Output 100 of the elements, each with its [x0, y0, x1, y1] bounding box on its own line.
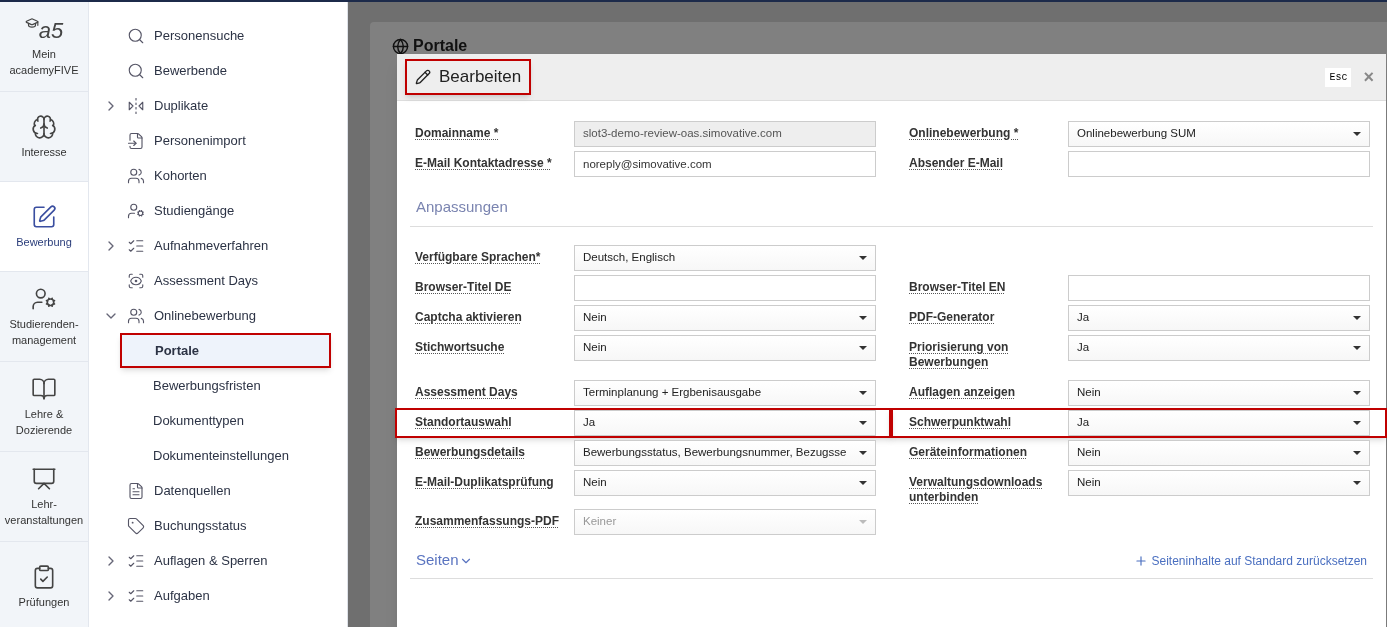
eye-scan-icon [127, 271, 145, 290]
caret-icon [1353, 316, 1361, 320]
select-dropdown[interactable]: Terminplanung + Ergbenisausgabe [574, 380, 876, 406]
caret-icon [1353, 132, 1361, 136]
select-dropdown[interactable]: Ja [574, 410, 876, 436]
pages-section-toggle[interactable]: Seiten [416, 549, 473, 572]
nav-label: Personensuche [154, 26, 245, 45]
rail-label: Lehr-veranstaltungen [3, 496, 85, 528]
pencil-icon [415, 69, 431, 85]
select-dropdown[interactable]: Nein [574, 470, 876, 496]
text-field[interactable] [1068, 151, 1370, 177]
nav-label: Aufnahmeverfahren [154, 236, 269, 255]
nav-subitem[interactable]: Dokumenteinstellungen [120, 438, 331, 473]
caret-icon [1353, 451, 1361, 455]
nav-item[interactable]: Studiengänge [89, 193, 347, 228]
brain-icon [31, 113, 57, 140]
nav-item[interactable]: Aufgaben [89, 578, 347, 613]
tag-icon [127, 516, 145, 535]
field-label: Zusammenfassungs-PDF [415, 513, 561, 529]
caret-icon [859, 481, 867, 485]
nav-label: Onlinebewerbung [154, 306, 256, 325]
caret-icon [1353, 421, 1361, 425]
nav-label: Buchungsstatus [154, 516, 247, 535]
nav-subitem[interactable]: Bewerbungsfristen [120, 368, 331, 403]
select-dropdown[interactable]: Ja [1068, 410, 1370, 436]
field-label: Priorisierung von Bewerbungen [909, 339, 1010, 370]
nav-item[interactable]: Buchungsstatus [89, 508, 347, 543]
file-import-icon [127, 131, 145, 150]
select-dropdown[interactable]: Nein [574, 305, 876, 331]
nav-subitem[interactable]: Dokumenttypen [120, 403, 331, 438]
caret-icon [1353, 391, 1361, 395]
rail-item[interactable]: Studierenden-management [0, 272, 88, 362]
flip-icon [127, 96, 145, 115]
field-label: Assessment Days [415, 384, 519, 400]
nav-item[interactable]: Bewerbende [89, 53, 347, 88]
nav-item[interactable]: Aufnahmeverfahren [89, 228, 347, 263]
rail-label: Prüfungen [17, 594, 71, 610]
nav-item[interactable]: Assessment Days [89, 263, 347, 298]
rail-label: Interesse [20, 144, 68, 160]
rail-item[interactable]: Lehr-veranstaltungen [0, 452, 88, 542]
field-label: Bewerbungsdetails [415, 444, 527, 460]
reset-link[interactable]: Seiteninhalte auf Standard zurücksetzen [1133, 551, 1367, 570]
nav-item[interactable]: Duplikate [89, 88, 347, 123]
nav-item[interactable]: Kohorten [89, 158, 347, 193]
select-dropdown[interactable]: Deutsch, Englisch [574, 245, 876, 271]
nav-label: Assessment Days [154, 271, 259, 290]
field-label: Geräteinformationen [909, 444, 1029, 460]
field-label: Browser-Titel EN [909, 279, 1007, 295]
select-dropdown[interactable]: Nein [1068, 440, 1370, 466]
user-gear-icon [31, 285, 57, 312]
nav-label: Kohorten [154, 166, 207, 185]
section-heading: Anpassungen [416, 197, 508, 218]
text-field[interactable] [574, 275, 876, 301]
caret-icon [859, 316, 867, 320]
caret-icon [859, 391, 867, 395]
nav-label: Duplikate [154, 96, 209, 115]
users-icon [127, 166, 145, 185]
search-icon [127, 26, 145, 45]
nav-item[interactable]: Onlinebewerbung [89, 298, 347, 333]
text-field[interactable]: noreply@simovative.com [574, 151, 876, 177]
caret-icon [1353, 346, 1361, 350]
field-label: Absender E-Mail [909, 155, 1005, 171]
field-label: Browser-Titel DE [415, 279, 513, 295]
nav-label: Studiengänge [154, 201, 235, 220]
select-dropdown[interactable]: Bewerbungsstatus, Bewerbungsnummer, Bezugsse [574, 440, 876, 466]
search-icon [127, 61, 145, 80]
rail-item[interactable]: Lehre & Dozierende [0, 362, 88, 452]
select-dropdown[interactable]: Nein [1068, 470, 1370, 496]
select-dropdown[interactable]: Onlinebewerbung SUM [1068, 121, 1370, 147]
rail-label: Bewerbung [15, 234, 73, 250]
caret-icon [859, 346, 867, 350]
caret-icon [859, 421, 867, 425]
graduation-cap-icon [24, 15, 39, 30]
caret-icon [859, 256, 867, 260]
select-dropdown[interactable]: Nein [1068, 380, 1370, 406]
nav-label: Bewerbende [154, 61, 227, 80]
select-dropdown[interactable]: Ja [1068, 335, 1370, 361]
rail-label: Studierenden-management [8, 316, 80, 348]
field-label: Verwaltungsdownloads unterbinden [909, 474, 1044, 505]
caret-icon [1353, 481, 1361, 485]
nav-item[interactable]: Datenquellen [89, 473, 347, 508]
plus-icon [1133, 553, 1148, 568]
caret-icon [859, 520, 867, 524]
nav-label: Auflagen & Sperren [154, 551, 268, 570]
page-title: Portale [413, 36, 468, 56]
nav-item[interactable]: Personensuche [89, 18, 347, 53]
nav-item[interactable]: Personenimport [89, 123, 347, 158]
caret-icon [859, 451, 867, 455]
select-dropdown[interactable]: Ja [1068, 305, 1370, 331]
field-label: Stichwortsuche [415, 339, 506, 355]
open-book-icon [31, 375, 57, 402]
text-field[interactable] [1068, 275, 1370, 301]
select-dropdown[interactable]: Nein [574, 335, 876, 361]
users-icon [127, 306, 145, 325]
rail-item[interactable]: Prüfungen [0, 542, 88, 627]
rail-item[interactable]: Bewerbung [0, 182, 88, 272]
nav-item[interactable]: Auflagen & Sperren [89, 543, 347, 578]
rail-item[interactable]: a5 Mein academyFIVE [0, 2, 88, 92]
esc-key: Esc [1325, 67, 1352, 87]
nav-subitem[interactable]: Portale [120, 333, 331, 368]
